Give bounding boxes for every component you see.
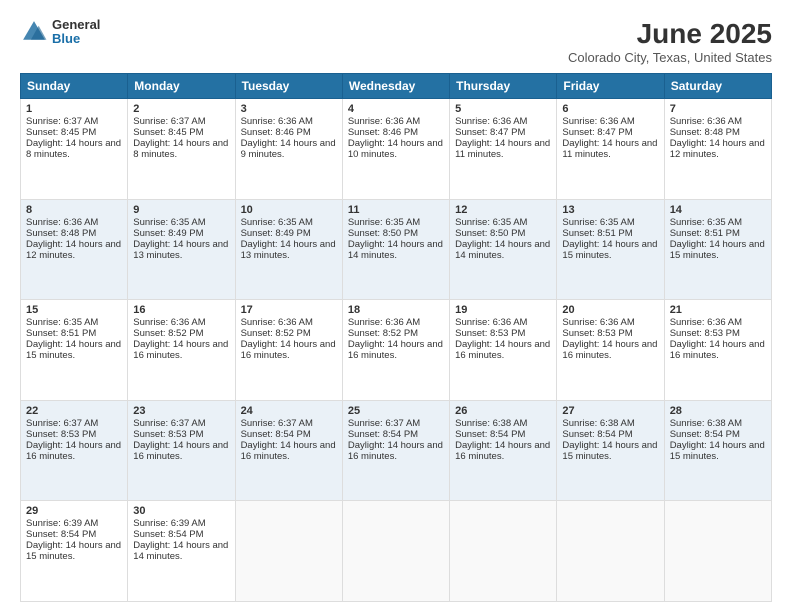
- day-number: 7: [670, 103, 766, 115]
- day-number: 19: [455, 304, 551, 316]
- title-block: June 2025 Colorado City, Texas, United S…: [568, 18, 772, 65]
- col-thursday: Thursday: [450, 74, 557, 99]
- col-tuesday: Tuesday: [235, 74, 342, 99]
- list-item: 25 Sunrise: 6:37 AMSunset: 8:54 PMDaylig…: [342, 400, 449, 501]
- list-item: 22 Sunrise: 6:37 AMSunset: 8:53 PMDaylig…: [21, 400, 128, 501]
- day-number: 22: [26, 405, 122, 417]
- day-number: 2: [133, 103, 229, 115]
- location: Colorado City, Texas, United States: [568, 50, 772, 65]
- list-item: 9 Sunrise: 6:35 AMSunset: 8:49 PMDayligh…: [128, 199, 235, 300]
- list-item: 13 Sunrise: 6:35 AMSunset: 8:51 PMDaylig…: [557, 199, 664, 300]
- list-item: 5 Sunrise: 6:36 AMSunset: 8:47 PMDayligh…: [450, 99, 557, 200]
- day-number: 24: [241, 405, 337, 417]
- day-number: 3: [241, 103, 337, 115]
- day-number: 4: [348, 103, 444, 115]
- day-number: 27: [562, 405, 658, 417]
- col-wednesday: Wednesday: [342, 74, 449, 99]
- list-item: [450, 501, 557, 602]
- list-item: [557, 501, 664, 602]
- table-row: 1 Sunrise: 6:37 AMSunset: 8:45 PMDayligh…: [21, 99, 772, 200]
- list-item: [342, 501, 449, 602]
- list-item: [664, 501, 771, 602]
- list-item: 23 Sunrise: 6:37 AMSunset: 8:53 PMDaylig…: [128, 400, 235, 501]
- list-item: 10 Sunrise: 6:35 AMSunset: 8:49 PMDaylig…: [235, 199, 342, 300]
- list-item: 16 Sunrise: 6:36 AMSunset: 8:52 PMDaylig…: [128, 300, 235, 401]
- day-number: 1: [26, 103, 122, 115]
- day-number: 15: [26, 304, 122, 316]
- list-item: 12 Sunrise: 6:35 AMSunset: 8:50 PMDaylig…: [450, 199, 557, 300]
- list-item: 3 Sunrise: 6:36 AMSunset: 8:46 PMDayligh…: [235, 99, 342, 200]
- list-item: 6 Sunrise: 6:36 AMSunset: 8:47 PMDayligh…: [557, 99, 664, 200]
- table-row: 15 Sunrise: 6:35 AMSunset: 8:51 PMDaylig…: [21, 300, 772, 401]
- header-row: Sunday Monday Tuesday Wednesday Thursday…: [21, 74, 772, 99]
- list-item: 8 Sunrise: 6:36 AMSunset: 8:48 PMDayligh…: [21, 199, 128, 300]
- day-number: 5: [455, 103, 551, 115]
- day-number: 29: [26, 505, 122, 517]
- list-item: 14 Sunrise: 6:35 AMSunset: 8:51 PMDaylig…: [664, 199, 771, 300]
- col-sunday: Sunday: [21, 74, 128, 99]
- month-title: June 2025: [568, 18, 772, 50]
- table-row: 29 Sunrise: 6:39 AMSunset: 8:54 PMDaylig…: [21, 501, 772, 602]
- table-row: 8 Sunrise: 6:36 AMSunset: 8:48 PMDayligh…: [21, 199, 772, 300]
- day-number: 13: [562, 204, 658, 216]
- day-number: 26: [455, 405, 551, 417]
- list-item: 30 Sunrise: 6:39 AMSunset: 8:54 PMDaylig…: [128, 501, 235, 602]
- day-number: 9: [133, 204, 229, 216]
- list-item: 11 Sunrise: 6:35 AMSunset: 8:50 PMDaylig…: [342, 199, 449, 300]
- day-number: 6: [562, 103, 658, 115]
- page: General Blue June 2025 Colorado City, Te…: [0, 0, 792, 612]
- logo: General Blue: [20, 18, 100, 47]
- list-item: 24 Sunrise: 6:37 AMSunset: 8:54 PMDaylig…: [235, 400, 342, 501]
- logo-text: General Blue: [52, 18, 100, 47]
- list-item: 2 Sunrise: 6:37 AMSunset: 8:45 PMDayligh…: [128, 99, 235, 200]
- list-item: 15 Sunrise: 6:35 AMSunset: 8:51 PMDaylig…: [21, 300, 128, 401]
- list-item: 18 Sunrise: 6:36 AMSunset: 8:52 PMDaylig…: [342, 300, 449, 401]
- day-number: 20: [562, 304, 658, 316]
- day-number: 30: [133, 505, 229, 517]
- list-item: 1 Sunrise: 6:37 AMSunset: 8:45 PMDayligh…: [21, 99, 128, 200]
- day-number: 16: [133, 304, 229, 316]
- day-number: 17: [241, 304, 337, 316]
- logo-icon: [20, 18, 48, 46]
- day-number: 21: [670, 304, 766, 316]
- col-monday: Monday: [128, 74, 235, 99]
- list-item: 28 Sunrise: 6:38 AMSunset: 8:54 PMDaylig…: [664, 400, 771, 501]
- list-item: 27 Sunrise: 6:38 AMSunset: 8:54 PMDaylig…: [557, 400, 664, 501]
- day-number: 11: [348, 204, 444, 216]
- header: General Blue June 2025 Colorado City, Te…: [20, 18, 772, 65]
- table-row: 22 Sunrise: 6:37 AMSunset: 8:53 PMDaylig…: [21, 400, 772, 501]
- list-item: 4 Sunrise: 6:36 AMSunset: 8:46 PMDayligh…: [342, 99, 449, 200]
- day-number: 10: [241, 204, 337, 216]
- list-item: 26 Sunrise: 6:38 AMSunset: 8:54 PMDaylig…: [450, 400, 557, 501]
- calendar-table: Sunday Monday Tuesday Wednesday Thursday…: [20, 73, 772, 602]
- col-friday: Friday: [557, 74, 664, 99]
- day-number: 8: [26, 204, 122, 216]
- day-number: 25: [348, 405, 444, 417]
- logo-blue: Blue: [52, 32, 100, 46]
- list-item: 17 Sunrise: 6:36 AMSunset: 8:52 PMDaylig…: [235, 300, 342, 401]
- day-number: 18: [348, 304, 444, 316]
- logo-general: General: [52, 18, 100, 32]
- day-number: 12: [455, 204, 551, 216]
- list-item: 19 Sunrise: 6:36 AMSunset: 8:53 PMDaylig…: [450, 300, 557, 401]
- list-item: [235, 501, 342, 602]
- list-item: 29 Sunrise: 6:39 AMSunset: 8:54 PMDaylig…: [21, 501, 128, 602]
- day-number: 23: [133, 405, 229, 417]
- list-item: 20 Sunrise: 6:36 AMSunset: 8:53 PMDaylig…: [557, 300, 664, 401]
- day-number: 28: [670, 405, 766, 417]
- day-number: 14: [670, 204, 766, 216]
- list-item: 7 Sunrise: 6:36 AMSunset: 8:48 PMDayligh…: [664, 99, 771, 200]
- list-item: 21 Sunrise: 6:36 AMSunset: 8:53 PMDaylig…: [664, 300, 771, 401]
- col-saturday: Saturday: [664, 74, 771, 99]
